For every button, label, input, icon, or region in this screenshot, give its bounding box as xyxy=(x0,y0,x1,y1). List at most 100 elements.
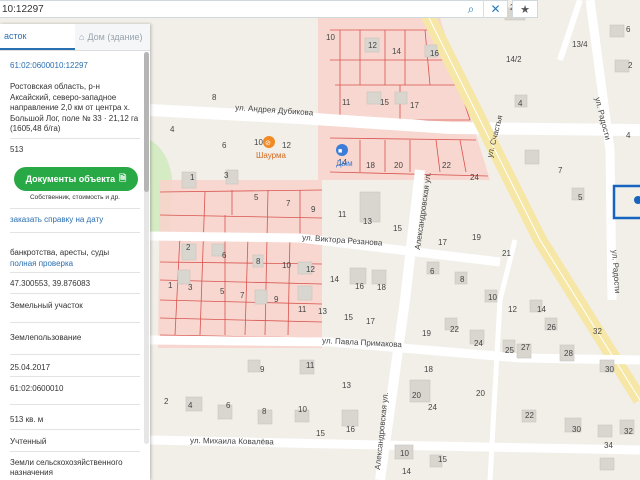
svg-text:10: 10 xyxy=(400,449,409,458)
svg-text:24: 24 xyxy=(470,173,479,182)
svg-text:13: 13 xyxy=(318,307,327,316)
tab-parcel[interactable]: асток xyxy=(0,24,75,50)
divider xyxy=(10,272,140,273)
svg-text:11: 11 xyxy=(342,98,351,107)
svg-text:14: 14 xyxy=(402,467,411,476)
divider xyxy=(10,232,140,233)
svg-text:⊘: ⊘ xyxy=(265,140,271,147)
documents-button[interactable]: Документы объекта 🗎 xyxy=(14,167,138,191)
svg-text:24: 24 xyxy=(428,403,437,412)
svg-text:6: 6 xyxy=(222,141,227,150)
svg-text:3: 3 xyxy=(224,171,229,180)
svg-text:8: 8 xyxy=(256,257,261,266)
object-code: 513 xyxy=(10,145,24,154)
svg-text:3: 3 xyxy=(188,283,193,292)
svg-text:2: 2 xyxy=(186,243,191,252)
favorite-button[interactable]: ★ xyxy=(512,0,538,18)
object-type: Земельный участок xyxy=(10,301,83,310)
divider xyxy=(10,354,140,355)
svg-text:12: 12 xyxy=(508,305,517,314)
svg-text:11: 11 xyxy=(298,305,307,314)
svg-text:10: 10 xyxy=(326,33,335,42)
status: Учтенный xyxy=(10,437,47,446)
svg-text:19: 19 xyxy=(472,233,481,242)
svg-text:13: 13 xyxy=(342,381,351,390)
tab-building[interactable]: ⌂ Дом (здание) xyxy=(75,24,150,50)
svg-text:32: 32 xyxy=(624,427,633,436)
order-statement-link[interactable]: заказать справку на дату xyxy=(10,215,140,226)
svg-text:18: 18 xyxy=(424,365,433,374)
svg-text:16: 16 xyxy=(430,49,439,58)
registration-date: 25.04.2017 xyxy=(10,363,51,372)
svg-text:10: 10 xyxy=(282,261,291,270)
svg-text:2: 2 xyxy=(628,61,633,70)
cadastral-quarter: 61:02:0600010 xyxy=(10,384,64,393)
svg-text:6: 6 xyxy=(226,401,231,410)
svg-text:8: 8 xyxy=(212,93,217,102)
svg-text:16: 16 xyxy=(355,282,364,291)
svg-text:30: 30 xyxy=(605,365,614,374)
svg-text:22: 22 xyxy=(442,161,451,170)
svg-text:10: 10 xyxy=(298,405,307,414)
svg-text:15: 15 xyxy=(393,224,402,233)
svg-text:10: 10 xyxy=(488,293,497,302)
svg-text:24: 24 xyxy=(474,339,483,348)
full-check-link[interactable]: полная проверка xyxy=(10,259,140,270)
parcel-zone-south xyxy=(158,180,323,348)
divider xyxy=(10,293,140,294)
svg-text:18: 18 xyxy=(377,283,386,292)
search-icon[interactable]: ⌕ xyxy=(459,0,483,18)
panel-tabs: асток ⌂ Дом (здание) xyxy=(0,24,150,51)
close-icon[interactable]: ✕ xyxy=(483,0,507,18)
svg-text:17: 17 xyxy=(410,101,419,110)
svg-text:6: 6 xyxy=(222,251,227,260)
cadastral-number[interactable]: 61:02:0600010:12297 xyxy=(10,61,140,72)
svg-text:8: 8 xyxy=(460,275,465,284)
svg-text:1: 1 xyxy=(168,281,173,290)
svg-text:14: 14 xyxy=(392,47,401,56)
svg-text:11: 11 xyxy=(306,361,315,370)
svg-text:20: 20 xyxy=(412,391,421,400)
address: Ростовская область, р-н Аксайский, север… xyxy=(10,82,139,133)
svg-text:17: 17 xyxy=(438,238,447,247)
svg-text:14: 14 xyxy=(537,305,546,314)
svg-text:5: 5 xyxy=(254,193,259,202)
svg-text:9: 9 xyxy=(274,295,279,304)
area: 513 кв. м xyxy=(10,415,44,424)
land-use: Землепользование xyxy=(10,333,82,342)
svg-text:12: 12 xyxy=(306,265,315,274)
panel-scrollbar[interactable] xyxy=(144,52,149,444)
svg-text:15: 15 xyxy=(316,429,325,438)
house-icon: ⌂ xyxy=(79,32,85,42)
svg-text:9: 9 xyxy=(311,205,316,214)
svg-text:21: 21 xyxy=(502,249,511,258)
svg-text:11: 11 xyxy=(338,210,347,219)
svg-text:32: 32 xyxy=(593,327,602,336)
bankruptcy-text: банкротства, аресты, суды xyxy=(10,248,110,257)
divider xyxy=(10,404,140,405)
land-category-line1: Земли сельскохозяйственного xyxy=(10,458,123,467)
svg-text:14: 14 xyxy=(330,275,339,284)
svg-text:18: 18 xyxy=(366,161,375,170)
divider xyxy=(10,138,140,139)
scrollbar-thumb[interactable] xyxy=(144,52,149,192)
svg-text:4: 4 xyxy=(188,401,193,410)
svg-text:4: 4 xyxy=(170,125,175,134)
svg-text:1: 1 xyxy=(190,173,195,182)
svg-text:2: 2 xyxy=(164,397,169,406)
svg-text:4: 4 xyxy=(518,99,523,108)
search-bar[interactable]: 10:12297 ⌕ ✕ xyxy=(0,0,508,18)
document-icon: 🗎 xyxy=(119,173,127,183)
svg-text:22: 22 xyxy=(450,325,459,334)
search-input[interactable]: 10:12297 xyxy=(0,4,459,15)
svg-text:15: 15 xyxy=(380,98,389,107)
land-category-line2: назначения xyxy=(10,468,53,477)
svg-text:30: 30 xyxy=(572,425,581,434)
svg-text:34: 34 xyxy=(604,441,613,450)
svg-text:12: 12 xyxy=(368,41,377,50)
svg-text:20: 20 xyxy=(476,389,485,398)
svg-text:8: 8 xyxy=(262,407,267,416)
poi-shaurma-label: Шаурма xyxy=(256,151,287,160)
documents-button-label: Документы объекта xyxy=(25,174,116,184)
svg-text:■: ■ xyxy=(338,148,342,155)
